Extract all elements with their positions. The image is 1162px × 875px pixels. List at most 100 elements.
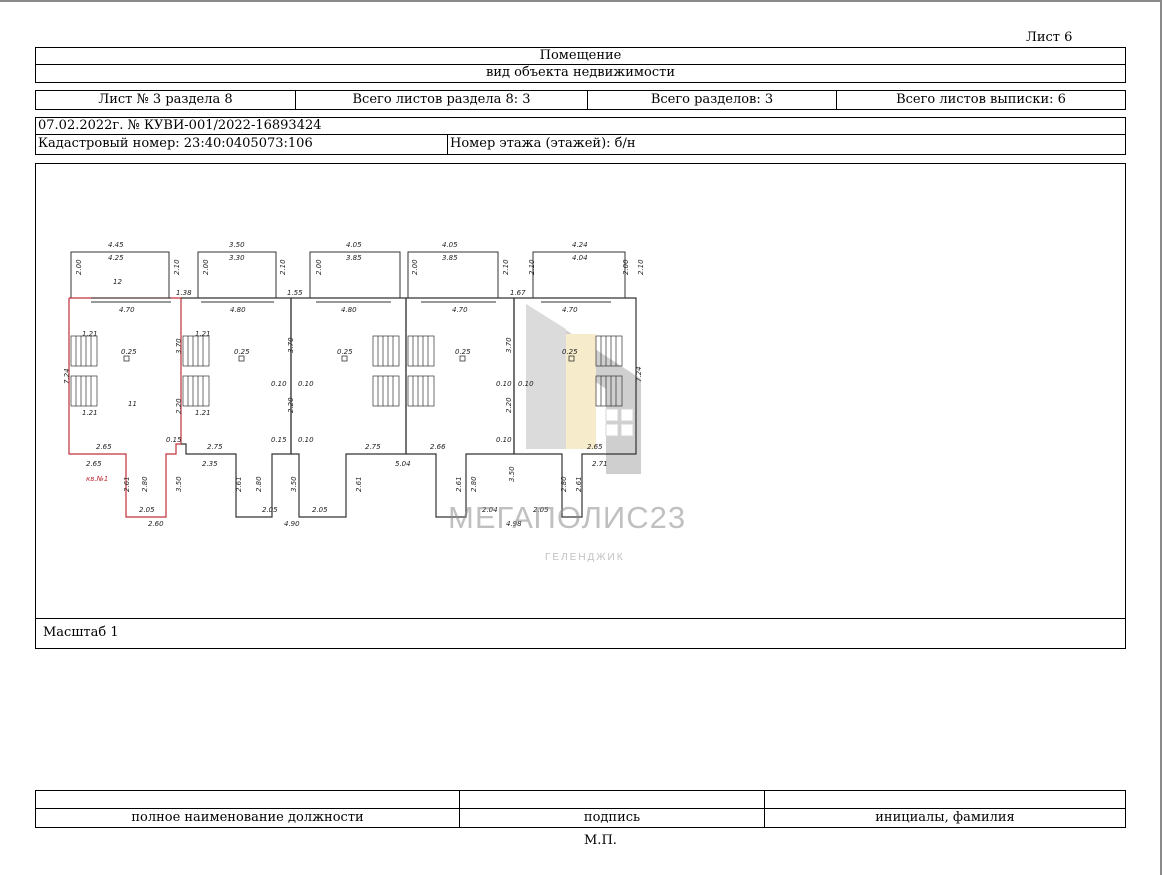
dim-220-c: 2.20	[505, 397, 513, 413]
dim-width-5: 4.70	[562, 306, 578, 314]
dim-121-b: 1.21	[82, 409, 98, 417]
dim-280-c: 2.80	[470, 476, 478, 492]
dim-370-c: 3.70	[505, 337, 513, 353]
dim-261-d: 2.61	[455, 476, 463, 492]
dim-121-d: 1.21	[195, 409, 211, 417]
total-sections: Всего разделов: 3	[588, 91, 837, 109]
document-reference: 07.02.2022г. № КУВИ-001/2022-16893424	[35, 117, 1126, 135]
sign-caption: подпись	[460, 809, 765, 827]
dim-balcony-2: 3.30	[229, 254, 245, 262]
dim-010-e: 0.10	[298, 436, 314, 444]
floor-plan-drawing: 4.45 4.25 3.50 3.30 4.05 3.85 4.05 3.85 …	[63, 241, 645, 528]
dim-200-e: 2.00	[622, 259, 630, 275]
room-label-12: 12	[113, 278, 122, 286]
dim-271: 2.71	[592, 460, 608, 468]
dim-220-a: 2.20	[175, 398, 183, 414]
dim-280-b: 2.80	[255, 476, 263, 492]
dim-025-a: 0.25	[121, 348, 137, 356]
dim-205-a: 2.05	[139, 506, 155, 514]
signature-table: полное наименование должности подпись ин…	[35, 790, 1126, 828]
dim-top-5: 4.24	[572, 241, 588, 249]
watermark-brand: МЕГАПОЛИС23	[448, 500, 687, 535]
dim-025-b: 0.25	[234, 348, 250, 356]
dim-gap-3: 1.67	[510, 289, 526, 297]
name-caption: инициалы, фамилия	[875, 810, 1015, 825]
signature-caption-row: полное наименование должности подпись ин…	[36, 809, 1125, 827]
dim-210-d: 2.10	[528, 259, 536, 275]
dim-bottom-2: 4.90	[284, 520, 300, 528]
dim-121-a: 1.21	[82, 330, 98, 338]
dim-235: 2.35	[202, 460, 218, 468]
dim-350-a: 3.50	[175, 476, 183, 492]
dim-bottom-1: 2.60	[148, 520, 164, 528]
room-label-11: 11	[128, 400, 137, 408]
dim-015-a: 0.15	[271, 436, 287, 444]
dim-370-a: 3.70	[175, 338, 183, 354]
dim-280-d: 2.80	[560, 476, 568, 492]
dim-350-b: 3.50	[290, 476, 298, 492]
dim-121-c: 1.21	[195, 330, 211, 338]
watermark-house-icon	[526, 304, 641, 474]
dim-210-a: 2.10	[173, 259, 181, 275]
dim-010-d: 0.10	[518, 380, 534, 388]
dim-010-a: 0.10	[271, 380, 287, 388]
dim-210-b: 2.10	[279, 259, 287, 275]
dim-261-e: 2.61	[575, 476, 583, 492]
columns	[123, 355, 575, 362]
dim-370-b: 3.70	[287, 337, 295, 353]
dim-265-c: 2.65	[86, 460, 102, 468]
dim-010-b: 0.10	[298, 380, 314, 388]
sign-blank	[460, 791, 765, 808]
dim-205-c: 2.05	[312, 506, 328, 514]
cadastral-number: Кадастровый номер: 23:40:0405073:106	[36, 135, 448, 154]
dim-balcony-5: 4.04	[572, 254, 588, 262]
stamp-place: М.П.	[584, 833, 617, 848]
dim-205-b: 2.05	[262, 506, 278, 514]
name-blank	[765, 791, 1125, 808]
dim-210-e: 2.10	[637, 259, 645, 275]
dim-height-left: 7.24	[63, 368, 71, 384]
dim-350-c: 3.50	[508, 466, 516, 482]
signature-blank-row	[36, 791, 1125, 809]
unit-marker: кв.№1	[86, 475, 108, 483]
dim-200-a: 2.00	[75, 259, 83, 275]
dim-504: 5.04	[395, 460, 411, 468]
dim-015-b: 0.15	[166, 436, 182, 444]
position-caption: полное наименование должности	[36, 809, 460, 827]
dim-gap-1: 1.38	[176, 289, 192, 297]
dim-266: 2.66	[430, 443, 446, 451]
dim-balcony-4: 3.85	[442, 254, 458, 262]
dim-top-4: 4.05	[442, 241, 458, 249]
dim-top-3: 4.05	[346, 241, 362, 249]
object-type: вид объекта недвижимости	[35, 65, 1126, 83]
dim-200-b: 2.00	[202, 259, 210, 275]
floor-number: Номер этажа (этажей): б/н	[450, 136, 636, 151]
dim-265-b: 2.65	[587, 443, 603, 451]
dim-top-2: 3.50	[229, 241, 245, 249]
dim-265-a: 2.65	[96, 443, 112, 451]
dim-width-4: 4.70	[452, 306, 468, 314]
dim-width-3: 4.80	[341, 306, 357, 314]
dim-200-c: 2.00	[315, 259, 323, 275]
watermark-city: ГЕЛЕНДЖИК	[545, 552, 625, 563]
dim-balcony-1: 4.25	[108, 254, 124, 262]
dim-220-b: 2.20	[287, 397, 295, 413]
dim-280-a: 2.80	[141, 476, 149, 492]
page-border-top	[0, 0, 1162, 2]
dim-top-1: 4.45	[108, 241, 124, 249]
dim-025-c: 0.25	[337, 348, 353, 356]
sheet-number: Лист 6	[1026, 30, 1073, 45]
dim-025-d: 0.25	[455, 348, 471, 356]
dim-261-c: 2.61	[355, 476, 363, 492]
dim-275-b: 2.75	[365, 443, 381, 451]
dim-width-1: 4.70	[119, 306, 135, 314]
dim-010-f: 0.10	[496, 436, 512, 444]
total-sheets-section: Всего листов раздела 8: 3	[296, 91, 588, 109]
scale-label: Масштаб 1	[35, 618, 1126, 649]
dim-275-a: 2.75	[207, 443, 223, 451]
position-blank	[36, 791, 460, 808]
section-title: Помещение	[35, 47, 1126, 65]
sheet-info-row: Лист № 3 раздела 8 Всего листов раздела …	[35, 90, 1126, 110]
dim-261-b: 2.61	[235, 476, 243, 492]
dim-height-right: 7.24	[635, 366, 643, 382]
